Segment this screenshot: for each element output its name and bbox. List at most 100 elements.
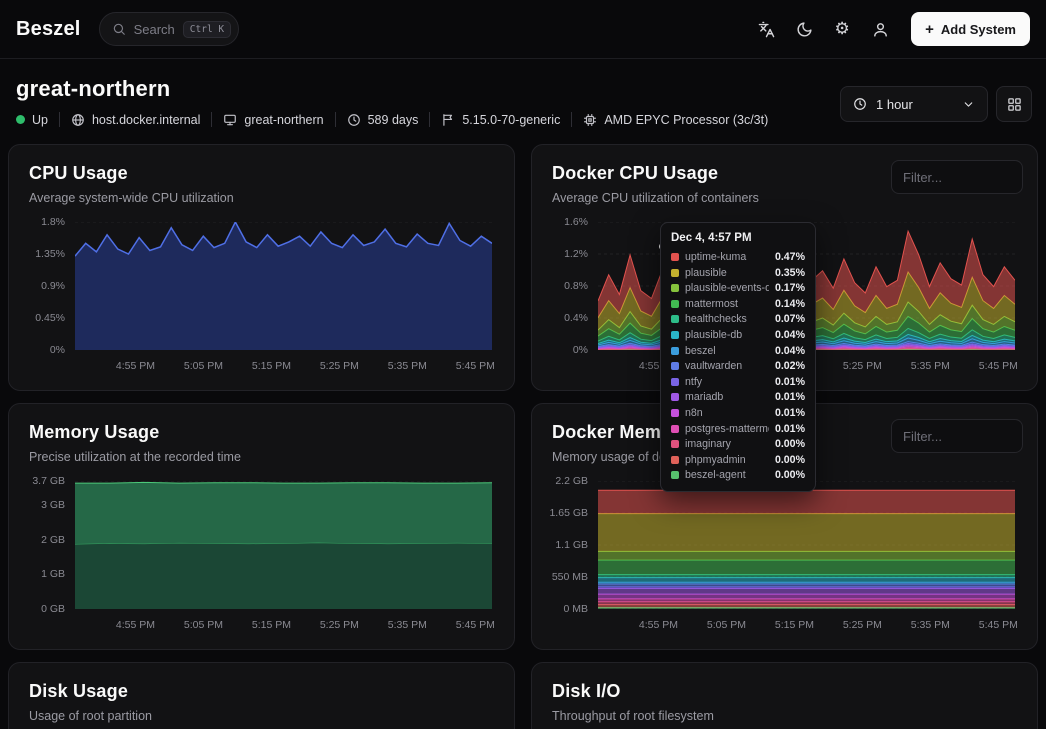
search-icon bbox=[112, 22, 126, 36]
series-value: 0.04% bbox=[775, 345, 805, 357]
divider bbox=[335, 112, 336, 127]
charts-grid: CPU Usage Average system-wide CPU utiliz… bbox=[0, 142, 1046, 729]
series-name: postgres-mattermost bbox=[685, 423, 769, 435]
disk-usage-card: Disk Usage Usage of root partition bbox=[8, 662, 515, 729]
series-value: 0.01% bbox=[775, 376, 805, 388]
series-name: imaginary bbox=[685, 438, 769, 450]
series-name: mattermost bbox=[685, 298, 769, 310]
tooltip-row: plausible 0.35% bbox=[671, 267, 805, 279]
disk-io-card: Disk I/O Throughput of root filesystem bbox=[531, 662, 1038, 729]
status-dot-icon bbox=[16, 115, 25, 124]
series-name: beszel bbox=[685, 345, 769, 357]
card-subtitle: Precise utilization at the recorded time bbox=[29, 450, 494, 464]
globe-icon bbox=[71, 113, 85, 127]
uptime-label: 589 days bbox=[368, 113, 419, 127]
add-system-button[interactable]: + Add System bbox=[911, 12, 1030, 46]
tooltip-row: beszel 0.04% bbox=[671, 345, 805, 357]
tooltip-row: vaultwarden 0.02% bbox=[671, 360, 805, 372]
language-button[interactable] bbox=[749, 12, 783, 46]
y-axis-labels: 1.6%1.2%0.8%0.4%0% bbox=[552, 222, 592, 350]
memory-chart: 3.7 GB3 GB2 GB1 GB0 GB 4:55 PM5:05 PM5:1… bbox=[29, 479, 494, 631]
series-value: 0.01% bbox=[775, 423, 805, 435]
system-header: great-northern Up host.docker.internal g… bbox=[0, 59, 1046, 142]
series-name: plausible-events-db bbox=[685, 282, 769, 294]
status-badge: Up bbox=[16, 113, 48, 127]
gear-icon: ⚙ bbox=[834, 19, 849, 39]
user-menu-button[interactable] bbox=[863, 12, 897, 46]
monitor-icon bbox=[223, 113, 237, 127]
system-name-label: great-northern bbox=[244, 113, 323, 127]
cpu-model-item: AMD EPYC Processor (3c/3t) bbox=[583, 113, 768, 127]
series-color-swatch bbox=[671, 253, 679, 261]
cpu-chart-plot[interactable] bbox=[75, 222, 492, 350]
series-value: 0.00% bbox=[775, 469, 805, 481]
tooltip-row: plausible-events-db 0.17% bbox=[671, 282, 805, 294]
clock-icon bbox=[347, 113, 361, 127]
series-color-swatch bbox=[671, 315, 679, 323]
moon-icon bbox=[796, 21, 813, 38]
series-color-swatch bbox=[671, 362, 679, 370]
layout-grid-button[interactable] bbox=[996, 86, 1032, 122]
history-clock-icon bbox=[853, 97, 867, 111]
top-navbar: Beszel Search Ctrl K ⚙ + Add Sys bbox=[0, 0, 1046, 59]
docker-cpu-filter-input[interactable] bbox=[891, 160, 1023, 194]
uptime-item: 589 days bbox=[347, 113, 419, 127]
system-name-item: great-northern bbox=[223, 113, 323, 127]
series-value: 0.47% bbox=[775, 251, 805, 263]
plus-icon: + bbox=[925, 21, 934, 38]
series-value: 0.04% bbox=[775, 329, 805, 341]
series-color-swatch bbox=[671, 409, 679, 417]
search-input[interactable]: Search Ctrl K bbox=[99, 12, 240, 46]
tooltip-row: imaginary 0.00% bbox=[671, 438, 805, 450]
docker-memory-chart-plot[interactable] bbox=[598, 481, 1015, 609]
tooltip-row: plausible-db 0.04% bbox=[671, 329, 805, 341]
card-subtitle: Throughput of root filesystem bbox=[552, 709, 1017, 723]
tooltip-row: beszel-agent0.00% bbox=[671, 469, 805, 481]
time-range-select[interactable]: 1 hour bbox=[840, 86, 988, 122]
series-name: vaultwarden bbox=[685, 360, 769, 372]
x-axis-labels: 4:55 PM5:05 PM5:15 PM5:25 PM5:35 PM5:45 … bbox=[75, 616, 492, 631]
series-value: 0.17% bbox=[775, 282, 805, 294]
tooltip-row: mattermost0.14% bbox=[671, 298, 805, 310]
series-name: mariadb bbox=[685, 391, 769, 403]
docker-memory-filter-input[interactable] bbox=[891, 419, 1023, 453]
series-name: phpmyadmin bbox=[685, 454, 769, 466]
kernel-icon bbox=[441, 113, 455, 127]
navbar-actions: ⚙ + Add System bbox=[749, 12, 1030, 46]
series-name: plausible-db bbox=[685, 329, 769, 341]
series-color-swatch bbox=[671, 393, 679, 401]
cpu-model-label: AMD EPYC Processor (3c/3t) bbox=[604, 113, 768, 127]
search-placeholder: Search bbox=[134, 22, 175, 37]
tooltip-row: phpmyadmin0.00% bbox=[671, 454, 805, 466]
series-name: healthchecks bbox=[685, 313, 769, 325]
tooltip-row: mariadb0.01% bbox=[671, 391, 805, 403]
docker-memory-chart: 2.2 GB1.65 GB1.1 GB550 MB0 MB 4:55 PM5:0… bbox=[552, 479, 1017, 631]
cpu-chart: 1.8%1.35%0.9%0.45%0% 4:55 PM5:05 PM5:15 … bbox=[29, 220, 494, 372]
hostname-item: host.docker.internal bbox=[71, 113, 200, 127]
series-color-swatch bbox=[671, 425, 679, 433]
header-controls: 1 hour bbox=[840, 86, 1032, 122]
series-color-swatch bbox=[671, 284, 679, 292]
series-name: plausible bbox=[685, 267, 769, 279]
time-range-value: 1 hour bbox=[876, 97, 953, 112]
chevron-down-icon bbox=[962, 98, 975, 111]
series-value: 0.00% bbox=[775, 438, 805, 450]
kernel-item: 5.15.0-70-generic bbox=[441, 113, 560, 127]
card-subtitle: Average system-wide CPU utilization bbox=[29, 191, 494, 205]
y-axis-labels: 2.2 GB1.65 GB1.1 GB550 MB0 MB bbox=[552, 481, 592, 609]
tooltip-rows: uptime-kuma0.47%plausible0.35%plausible-… bbox=[671, 251, 805, 481]
series-color-swatch bbox=[671, 440, 679, 448]
cpu-usage-card: CPU Usage Average system-wide CPU utiliz… bbox=[8, 144, 515, 391]
series-value: 0.02% bbox=[775, 360, 805, 372]
divider bbox=[59, 112, 60, 127]
series-value: 0.35% bbox=[775, 267, 805, 279]
tooltip-row: healthchecks0.07% bbox=[671, 313, 805, 325]
series-value: 0.01% bbox=[775, 407, 805, 419]
beszel-logo[interactable]: Beszel bbox=[16, 18, 81, 41]
settings-button[interactable]: ⚙ bbox=[825, 12, 859, 46]
chart-tooltip: Dec 4, 4:57 PM uptime-kuma0.47%plausible… bbox=[660, 222, 816, 492]
theme-toggle-button[interactable] bbox=[787, 12, 821, 46]
x-axis-labels: 4:55 PM5:05 PM5:15 PM5:25 PM5:35 PM5:45 … bbox=[598, 616, 1015, 631]
memory-chart-plot[interactable] bbox=[75, 481, 492, 609]
hostname-label: host.docker.internal bbox=[92, 113, 200, 127]
